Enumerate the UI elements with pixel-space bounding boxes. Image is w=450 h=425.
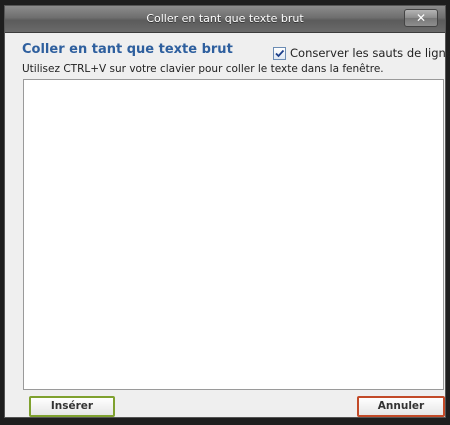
dialog-heading: Coller en tant que texte brut — [22, 42, 233, 57]
cancel-button[interactable]: Annuler — [357, 396, 445, 417]
insert-button[interactable]: Insérer — [29, 396, 115, 417]
preserve-linebreaks-label: Conserver les sauts de ligne — [290, 46, 450, 60]
dialog-title: Coller en tant que texte brut — [146, 12, 304, 25]
checkmark-icon — [275, 49, 285, 57]
preserve-linebreaks-option[interactable]: Conserver les sauts de ligne — [273, 45, 450, 61]
paste-textarea[interactable] — [23, 79, 444, 390]
screen-background: Coller en tant que texte brut ✕ Coller e… — [0, 0, 450, 425]
dialog-titlebar[interactable]: Coller en tant que texte brut ✕ — [5, 6, 445, 33]
close-button[interactable]: ✕ — [404, 9, 438, 27]
close-icon: ✕ — [415, 11, 427, 25]
paste-plain-text-dialog: Coller en tant que texte brut ✕ Coller e… — [4, 5, 450, 418]
paste-instruction: Utilisez CTRL+V sur votre clavier pour c… — [22, 63, 384, 75]
preserve-linebreaks-checkbox[interactable] — [273, 46, 286, 60]
